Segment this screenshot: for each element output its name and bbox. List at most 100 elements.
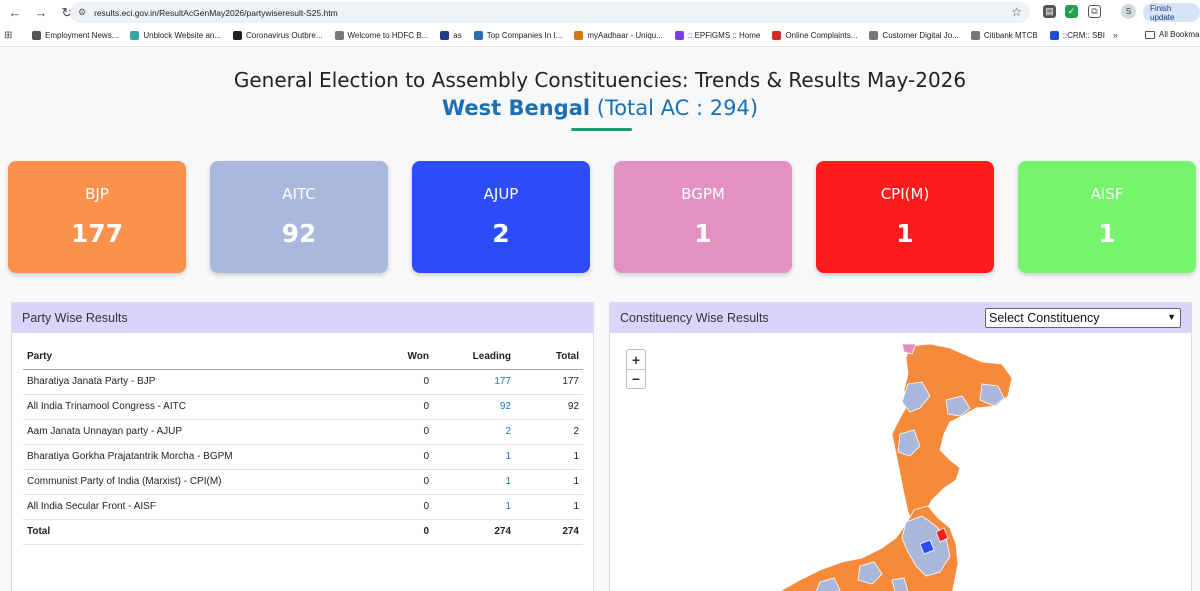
total-cell: 177: [515, 369, 583, 395]
party-name-cell: Bharatiya Gorkha Prajatantrik Morcha - B…: [23, 444, 353, 470]
bookmark-star-icon[interactable]: ☆: [1011, 5, 1022, 19]
bookmark-item[interactable]: Customer Digital Jo...: [869, 31, 959, 40]
party-card[interactable]: BJP 177: [8, 161, 186, 273]
constituency-select[interactable]: Select Constituency ▼: [985, 308, 1181, 328]
check-extension-icon[interactable]: ✓: [1065, 5, 1078, 18]
bookmark-favicon-icon: [574, 31, 584, 40]
table-row: Bharatiya Gorkha Prajatantrik Morcha - B…: [23, 444, 583, 470]
total-won-cell: 0: [353, 518, 433, 545]
table-row: Communist Party of India (Marxist) - CPI…: [23, 469, 583, 495]
constituency-map[interactable]: [610, 334, 1192, 591]
total-cell: 1: [515, 469, 583, 495]
party-card[interactable]: CPI(M) 1: [816, 161, 994, 273]
bookmark-item[interactable]: Citibank MTCB: [970, 31, 1038, 40]
bookmark-favicon-icon: [130, 31, 140, 40]
bookmark-item[interactable]: ::CRM:: SBI: [1049, 31, 1105, 40]
state-heading: West Bengal (Total AC : 294): [0, 96, 1200, 120]
bookmark-favicon-icon: [869, 31, 879, 40]
leading-link[interactable]: 1: [433, 494, 515, 520]
bookmark-favicon-icon: [440, 31, 450, 40]
profile-avatar[interactable]: S: [1121, 4, 1136, 19]
total-cell: 1: [515, 444, 583, 470]
party-name-cell: All India Secular Front - AISF: [23, 494, 353, 520]
party-card-count: 1: [896, 219, 914, 248]
bookmark-favicon-icon: [772, 31, 782, 40]
bookmark-item[interactable]: as: [440, 31, 462, 40]
extension-icon[interactable]: ▤: [1043, 5, 1056, 18]
apps-grid-icon[interactable]: ⊞: [4, 30, 20, 41]
party-card-count: 2: [492, 219, 510, 248]
map-zoom-control: + −: [626, 349, 646, 389]
party-card-abbr: BJP: [85, 185, 109, 203]
total-leading-cell: 274: [433, 518, 515, 545]
column-header-total: Total: [515, 345, 583, 370]
all-bookmarks-button[interactable]: All Bookmarks: [1145, 30, 1200, 39]
party-name-cell: Bharatiya Janata Party - BJP: [23, 369, 353, 395]
won-cell: 0: [353, 494, 433, 520]
zoom-out-button[interactable]: −: [627, 369, 645, 388]
party-card[interactable]: AITC 92: [210, 161, 388, 273]
table-header-row: Party Won Leading Total: [23, 345, 583, 370]
page-title: General Election to Assembly Constituenc…: [233, 68, 967, 92]
leading-link[interactable]: 1: [433, 444, 515, 470]
bookmark-item[interactable]: myAadhaar - Uniqu...: [574, 31, 663, 40]
total-total-cell: 274: [515, 518, 583, 545]
leading-link[interactable]: 177: [433, 369, 515, 395]
site-info-icon[interactable]: ⚙: [78, 7, 86, 18]
constituency-wise-panel: Constituency Wise Results Select Constit…: [609, 302, 1192, 591]
party-card[interactable]: AISF 1: [1018, 161, 1196, 273]
panel-title: Party Wise Results: [12, 303, 593, 333]
bookmark-favicon-icon: [334, 31, 344, 40]
won-cell: 0: [353, 444, 433, 470]
total-label-cell: Total: [23, 518, 353, 545]
leading-link[interactable]: 92: [433, 394, 515, 420]
url-text: results.eci.gov.in/ResultAcGenMay2026/pa…: [94, 7, 338, 18]
table-row: All India Secular Front - AISF 0 1 1: [23, 494, 583, 520]
party-name-cell: Aam Janata Unnayan party - AJUP: [23, 419, 353, 445]
bookmark-item[interactable]: Coronavirus Outbre...: [233, 31, 323, 40]
finish-update-button[interactable]: Finish update: [1143, 3, 1200, 22]
address-bar[interactable]: ⚙ results.eci.gov.in/ResultAcGenMay2026/…: [70, 2, 1030, 23]
party-card[interactable]: AJUP 2: [412, 161, 590, 273]
party-card-count: 177: [70, 219, 124, 248]
back-icon[interactable]: ←: [4, 2, 26, 24]
total-cell: 1: [515, 494, 583, 520]
party-results-table: Party Won Leading Total Bharatiya Janata…: [23, 345, 583, 545]
column-header-leading: Leading: [433, 345, 515, 370]
zoom-in-button[interactable]: +: [627, 350, 645, 369]
leading-link[interactable]: 1: [433, 469, 515, 495]
party-card-abbr: AITC: [282, 185, 316, 203]
bookmark-favicon-icon: [473, 31, 483, 40]
table-row: Bharatiya Janata Party - BJP 0 177 177: [23, 369, 583, 395]
bookmark-item[interactable]: :: EPFiGMS :: Home: [674, 31, 760, 40]
party-wise-panel: Party Wise Results Party Won Leading Tot…: [11, 302, 594, 591]
party-card-abbr: CPI(M): [880, 185, 930, 203]
bookmarks-bar: ⊞ Employment News... Unblock Website an..…: [0, 25, 1200, 47]
bookmark-item[interactable]: Online Complaints...: [772, 31, 857, 40]
table-row: All India Trinamool Congress - AITC 0 92 92: [23, 394, 583, 420]
bookmark-item[interactable]: Employment News...: [32, 31, 118, 40]
party-card-abbr: AISF: [1090, 185, 1124, 203]
leading-link[interactable]: 2: [433, 419, 515, 445]
browser-toolbar: ← → ↻ ⚙ results.eci.gov.in/ResultAcGenMa…: [0, 0, 1200, 25]
won-cell: 0: [353, 394, 433, 420]
party-card-count: 92: [281, 219, 317, 248]
bookmark-item[interactable]: Top Companies In I...: [473, 31, 562, 40]
party-card-abbr: BGPM: [681, 185, 725, 203]
total-cell: 2: [515, 419, 583, 445]
column-header-won: Won: [353, 345, 433, 370]
bookmark-favicon-icon: [32, 31, 41, 40]
forward-icon[interactable]: →: [30, 2, 52, 24]
folder-icon: [1145, 30, 1155, 39]
bookmark-favicon-icon: [233, 31, 243, 40]
bookmark-item[interactable]: Unblock Website an...: [130, 31, 221, 40]
bookmark-item[interactable]: Welcome to HDFC B...: [334, 31, 428, 40]
more-bookmarks-icon[interactable]: »: [1113, 30, 1118, 40]
table-total-row: Total 0 274 274: [23, 518, 583, 545]
total-ac: (Total AC : 294): [596, 96, 759, 120]
west-bengal-map[interactable]: [610, 334, 1192, 591]
won-cell: 0: [353, 469, 433, 495]
party-card-count: 1: [1098, 219, 1116, 248]
party-card[interactable]: BGPM 1: [614, 161, 792, 273]
puzzle-icon[interactable]: ⧉: [1088, 5, 1101, 18]
